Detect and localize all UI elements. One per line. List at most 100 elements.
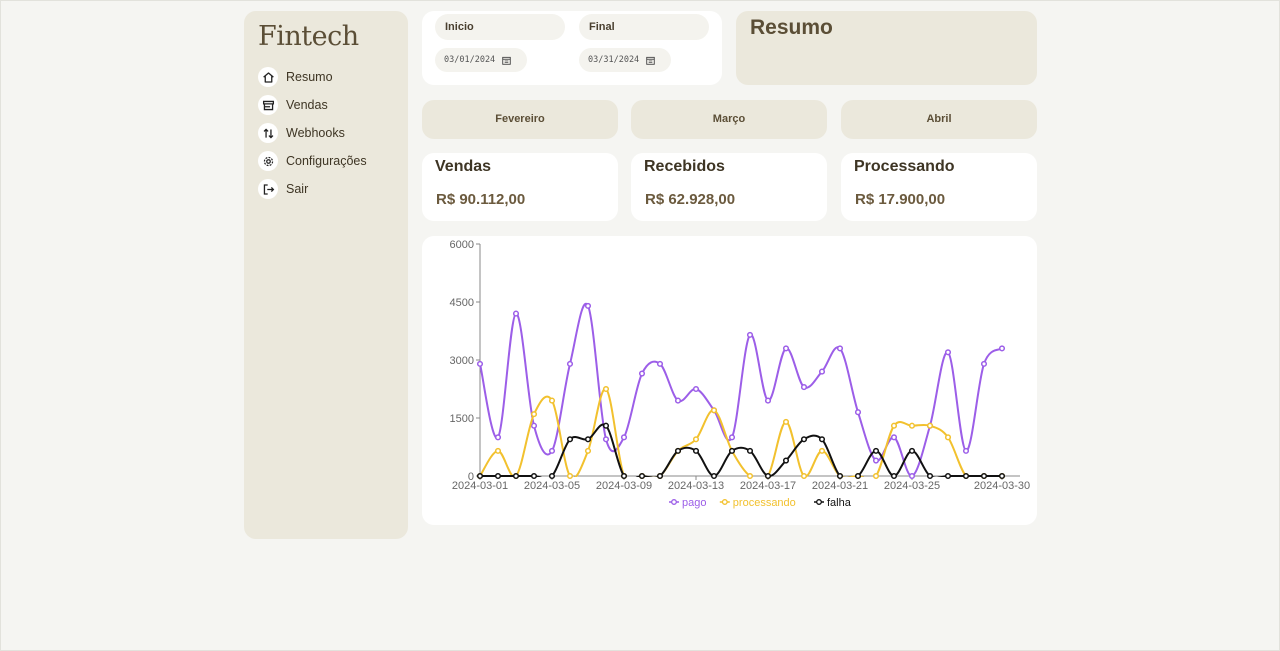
sidebar-item-webhooks[interactable]: Webhooks — [258, 119, 367, 147]
gear-icon — [258, 151, 278, 171]
tab-abril[interactable]: Abril — [841, 100, 1037, 139]
start-date-group: Inicio 03/01/2024 — [435, 14, 565, 72]
sidebar: Fintech Resumo Vendas Webhooks Configura… — [244, 11, 408, 539]
stat-card-recebidos: Recebidos R$ 62.928,00 — [631, 153, 827, 221]
data-point-pago — [530, 422, 538, 429]
data-point-pago — [854, 409, 862, 416]
sidebar-item-label: Sair — [286, 182, 309, 196]
data-point-pago — [512, 310, 520, 317]
data-point-falha — [962, 472, 970, 480]
data-point-falha — [872, 447, 880, 454]
arrows-updown-icon — [258, 123, 278, 143]
data-point-pago — [728, 434, 736, 441]
sidebar-item-label: Webhooks — [286, 126, 345, 140]
data-point-pago — [656, 360, 664, 367]
start-date-input[interactable]: 03/01/2024 — [435, 48, 527, 72]
data-point-falha — [530, 472, 538, 480]
data-point-processando — [782, 418, 790, 425]
date-filter-card: Inicio 03/01/2024 Final 03/31/2024 — [422, 11, 722, 85]
stat-title: Vendas — [435, 158, 492, 175]
legend-marker-point-pago — [671, 499, 677, 505]
y-tick-label: 1500 — [450, 413, 474, 425]
stat-title: Recebidos — [644, 158, 725, 175]
sidebar-item-sair[interactable]: Sair — [258, 175, 367, 203]
data-point-falha — [710, 472, 718, 480]
data-point-falha — [728, 447, 736, 454]
data-point-processando — [602, 385, 610, 393]
data-point-falha — [746, 447, 754, 454]
stat-value: R$ 17.900,00 — [855, 191, 946, 208]
data-point-processando — [908, 422, 916, 429]
data-point-falha — [800, 436, 808, 443]
x-tick-label: 2024-03-25 — [884, 480, 940, 492]
data-point-falha — [980, 472, 988, 480]
sidebar-item-resumo[interactable]: Resumo — [258, 63, 367, 91]
data-point-pago — [980, 360, 988, 367]
end-date-label: Final — [579, 14, 709, 40]
data-point-processando — [890, 422, 898, 429]
legend-marker-point-falha — [816, 499, 822, 505]
data-point-pago — [836, 345, 844, 352]
data-point-falha — [584, 436, 592, 443]
data-point-falha — [566, 436, 574, 443]
end-date-input[interactable]: 03/31/2024 — [579, 48, 671, 72]
data-point-falha — [674, 447, 682, 454]
data-point-pago — [476, 360, 484, 367]
data-point-processando — [926, 422, 934, 429]
data-point-processando — [566, 472, 574, 480]
data-point-processando — [494, 447, 502, 454]
start-date-value: 03/01/2024 — [444, 55, 496, 65]
data-point-falha — [764, 472, 772, 480]
data-point-pago — [872, 457, 880, 464]
calendar-icon[interactable] — [502, 56, 511, 65]
sales-chart-card: 0 1500 3000 4500 6000 2024-03-01 2024-03-05 202… — [422, 236, 1037, 525]
data-point-pago — [890, 434, 898, 441]
data-point-falha — [818, 436, 826, 443]
sidebar-item-configuracoes[interactable]: Configurações — [258, 147, 367, 175]
data-point-pago — [548, 447, 556, 454]
x-tick-label: 2024-03-05 — [524, 480, 580, 492]
data-point-falha — [656, 472, 664, 480]
data-point-falha — [836, 472, 844, 480]
data-point-falha — [476, 472, 484, 480]
data-point-processando — [710, 407, 718, 414]
tab-marco[interactable]: Março — [631, 100, 827, 139]
store-icon — [258, 95, 278, 115]
page-header: Resumo — [736, 11, 1037, 85]
data-point-pago — [674, 397, 682, 404]
legend-label-pago: pago — [682, 497, 706, 509]
data-point-pago — [908, 472, 916, 480]
sidebar-item-label: Vendas — [286, 98, 328, 112]
data-point-pago — [692, 385, 700, 393]
data-point-pago — [620, 434, 628, 441]
sidebar-item-label: Resumo — [286, 70, 333, 84]
data-point-falha — [494, 472, 502, 480]
data-point-processando — [746, 472, 754, 480]
data-point-falha — [602, 422, 610, 429]
data-point-processando — [944, 434, 952, 441]
data-point-pago — [746, 331, 754, 338]
tab-fevereiro[interactable]: Fevereiro — [422, 100, 618, 139]
x-tick-label: 2024-03-21 — [812, 480, 868, 492]
sidebar-item-vendas[interactable]: Vendas — [258, 91, 367, 119]
start-date-label: Inicio — [435, 14, 565, 40]
data-point-pago — [602, 436, 610, 443]
data-point-falha — [548, 472, 556, 480]
data-point-processando — [800, 472, 808, 480]
legend-marker-point-processando — [721, 499, 728, 505]
home-icon — [258, 67, 278, 87]
data-point-pago — [566, 360, 574, 367]
data-point-pago — [494, 434, 502, 441]
data-point-pago — [818, 368, 826, 375]
data-point-falha — [620, 472, 628, 480]
data-point-falha — [908, 447, 916, 454]
data-point-falha — [512, 472, 520, 480]
data-point-pago — [800, 384, 808, 391]
page-title: Resumo — [750, 16, 833, 39]
calendar-icon[interactable] — [646, 56, 655, 65]
data-point-falha — [854, 472, 862, 480]
data-point-falha — [692, 447, 700, 454]
series-line-pago — [479, 302, 1003, 477]
app-logo[interactable]: Fintech — [258, 21, 359, 52]
legend-label-processando: processando — [733, 497, 796, 509]
